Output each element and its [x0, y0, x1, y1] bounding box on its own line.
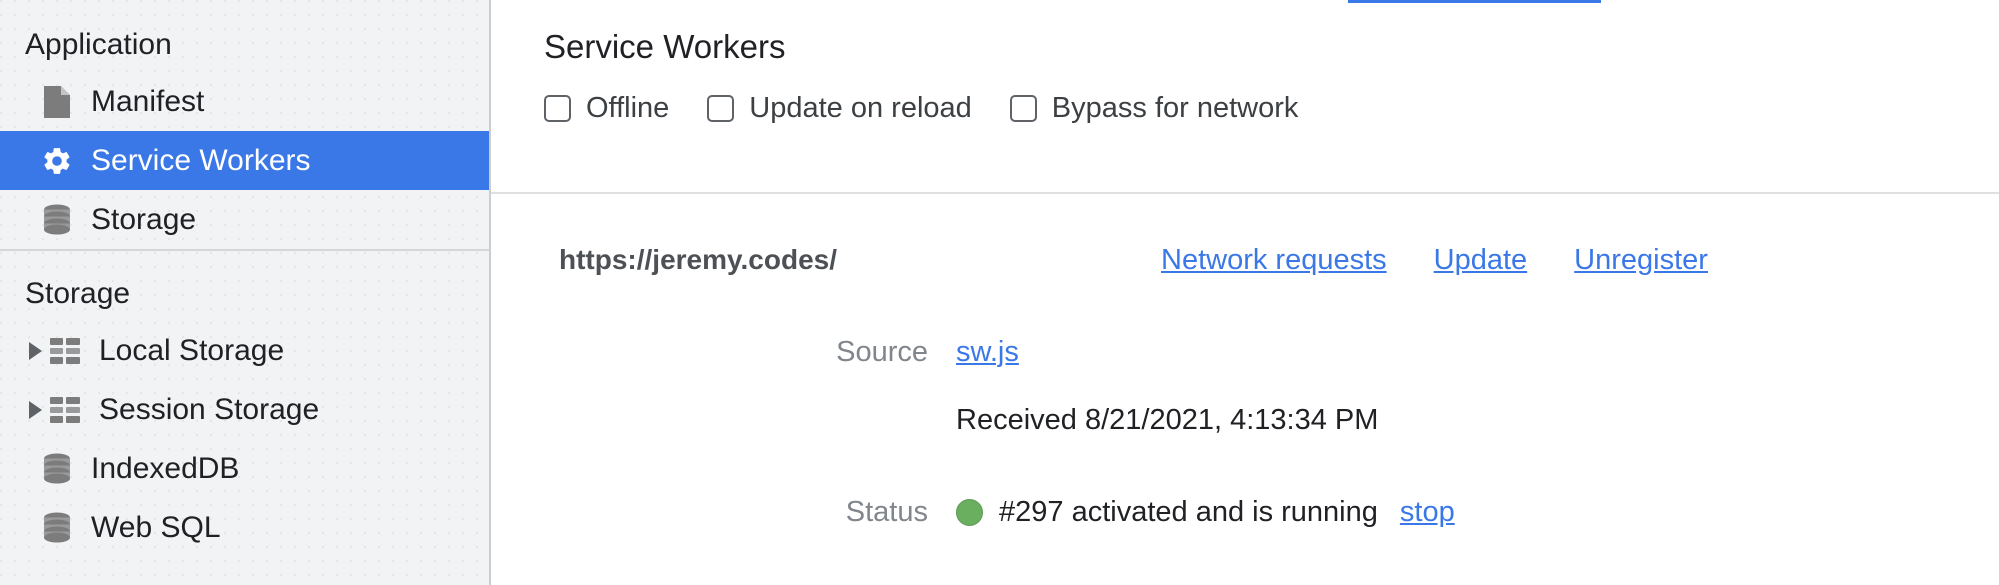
sidebar-section-title-storage: Storage — [25, 277, 131, 310]
checkbox-box-icon[interactable] — [544, 95, 571, 122]
received-value: Received 8/21/2021, 4:13:34 PM — [956, 403, 1379, 436]
database-icon — [40, 452, 74, 486]
sidebar-item-label: Session Storage — [99, 392, 320, 426]
sidebar-item-label: IndexedDB — [91, 451, 240, 485]
document-icon — [40, 85, 74, 119]
registration-actions: Network requests Update Unregister — [1161, 244, 1708, 277]
header-divider — [491, 192, 1999, 194]
stop-link[interactable]: stop — [1400, 496, 1455, 529]
registration-header-row: https://jeremy.codes/ Network requests U… — [491, 238, 1999, 282]
unregister-link[interactable]: Unregister — [1574, 244, 1708, 277]
sidebar-item-session-storage[interactable]: Session Storage — [0, 380, 489, 439]
chevron-right-icon[interactable] — [22, 338, 48, 364]
sidebar-item-label: Storage — [91, 202, 197, 236]
source-value: sw.js — [956, 336, 1019, 369]
registration-scope: https://jeremy.codes/ — [559, 244, 838, 275]
checkbox-box-icon[interactable] — [707, 95, 735, 122]
checkbox-bypass-for-network[interactable]: Bypass for network — [1009, 92, 1299, 125]
sidebar-item-label: Service Workers — [91, 143, 311, 177]
checkbox-label: Update on reload — [749, 92, 972, 124]
checkbox-offline[interactable]: Offline — [544, 92, 669, 125]
source-file-link[interactable]: sw.js — [956, 336, 1019, 369]
chevron-right-icon[interactable] — [22, 397, 48, 423]
sidebar-item-manifest[interactable]: Manifest — [0, 72, 489, 131]
clipped-link-underline — [1348, 0, 1601, 3]
source-label: Source — [836, 335, 928, 368]
status-indicator-icon — [956, 498, 983, 526]
sidebar-item-service-workers[interactable]: Service Workers — [0, 131, 489, 190]
sidebar-section-title-application: Application — [25, 28, 172, 61]
devtools-application-panel: Application Manifest Service Workers Sto… — [0, 0, 1999, 585]
sidebar-item-local-storage[interactable]: Local Storage — [0, 321, 489, 380]
network-requests-link[interactable]: Network requests — [1161, 244, 1387, 277]
status-value: #297 activated and is running stop — [956, 496, 1455, 529]
checkbox-box-icon[interactable] — [1009, 95, 1037, 122]
checkbox-update-on-reload[interactable]: Update on reload — [707, 92, 972, 125]
table-icon — [48, 393, 82, 427]
gear-icon — [40, 144, 74, 178]
status-badge: #297 activated and is running — [999, 495, 1378, 528]
sidebar-item-label: Web SQL — [91, 510, 221, 544]
sidebar-item-label: Local Storage — [99, 333, 285, 367]
sidebar-item-storage[interactable]: Storage — [0, 190, 489, 249]
checkbox-label: Bypass for network — [1051, 92, 1299, 124]
sidebar-group-storage: Storage Local Storage Session Storage In… — [0, 251, 489, 557]
service-workers-panel: Service Workers Offline Update on reload… — [491, 0, 1999, 585]
table-icon — [48, 334, 82, 368]
sidebar-group-application: Application Manifest Service Workers Sto… — [0, 0, 489, 249]
sidebar-item-web-sql[interactable]: Web SQL — [0, 498, 489, 557]
database-icon — [40, 511, 74, 545]
status-label: Status — [845, 495, 928, 528]
update-link[interactable]: Update — [1434, 244, 1528, 277]
service-worker-toolbar: Offline Update on reload Bypass for netw… — [544, 92, 1336, 125]
sidebar: Application Manifest Service Workers Sto… — [0, 0, 491, 585]
sidebar-item-label: Manifest — [91, 84, 205, 118]
sidebar-item-indexeddb[interactable]: IndexedDB — [0, 439, 489, 498]
database-icon — [40, 203, 74, 237]
checkbox-label: Offline — [586, 92, 670, 124]
page-title: Service Workers — [544, 28, 786, 65]
